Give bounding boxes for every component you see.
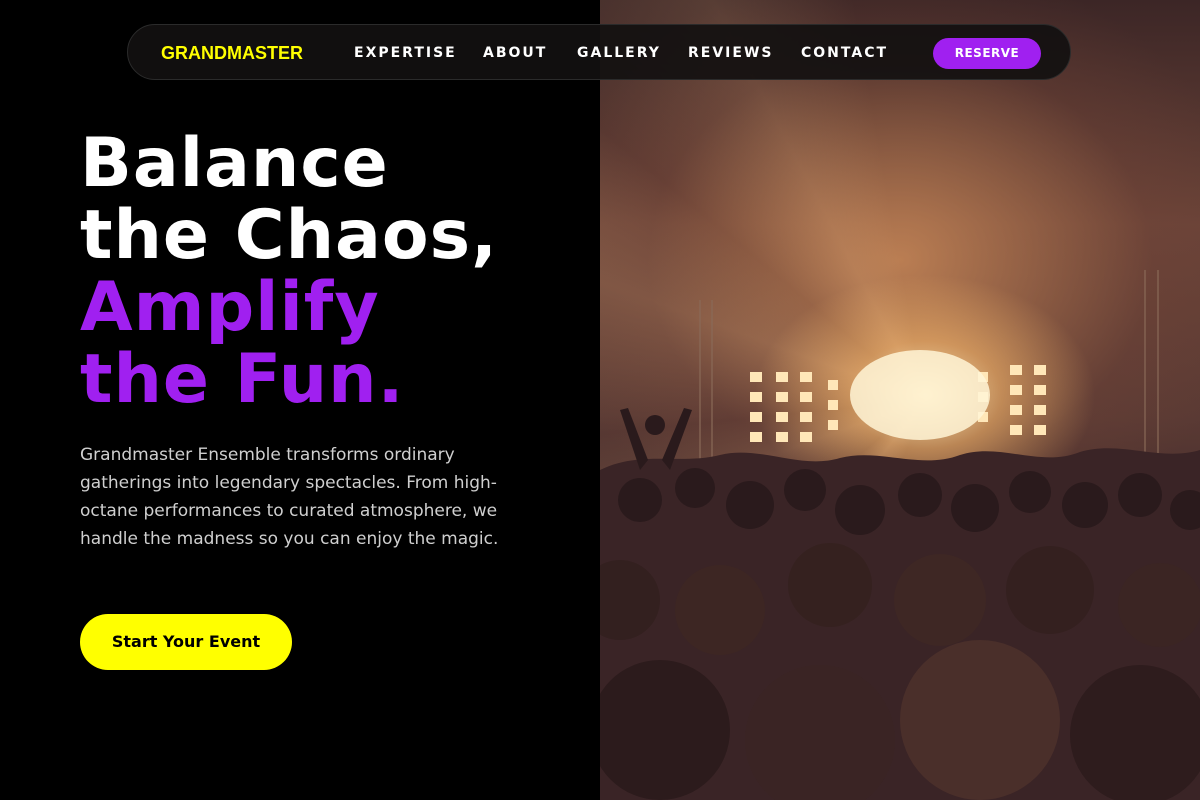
headline-line-4: the Fun. — [80, 340, 405, 419]
hero-description: Grandmaster Ensemble transforms ordinary… — [80, 445, 499, 549]
crowd-silhouettes — [600, 408, 1200, 800]
hero-concert-photo — [600, 0, 1200, 800]
top-navigation-bar: GRANDMASTER EXPERTISE ABOUT GALLERY REVI… — [127, 24, 1071, 80]
headline-line-1: Balance — [80, 124, 389, 203]
nav-link-contact[interactable]: CONTACT — [801, 44, 888, 62]
nav-link-gallery[interactable]: GALLERY — [577, 44, 661, 62]
hero-headline: Balance the Chaos, Amplify the Fun. — [80, 128, 498, 416]
headline-line-2: the Chaos, — [80, 196, 498, 275]
start-your-event-button[interactable]: Start Your Event — [80, 614, 292, 670]
nav-link-reviews[interactable]: REVIEWS — [688, 44, 773, 62]
brand-logo[interactable]: GRANDMASTER — [161, 42, 303, 64]
nav-link-about[interactable]: ABOUT — [483, 44, 547, 62]
reserve-button[interactable]: RESERVE — [933, 38, 1041, 69]
stage-glow — [850, 350, 990, 440]
stage-and-crowd-illustration — [600, 270, 1200, 800]
headline-line-3: Amplify — [80, 268, 380, 347]
nav-link-expertise[interactable]: EXPERTISE — [354, 44, 457, 62]
